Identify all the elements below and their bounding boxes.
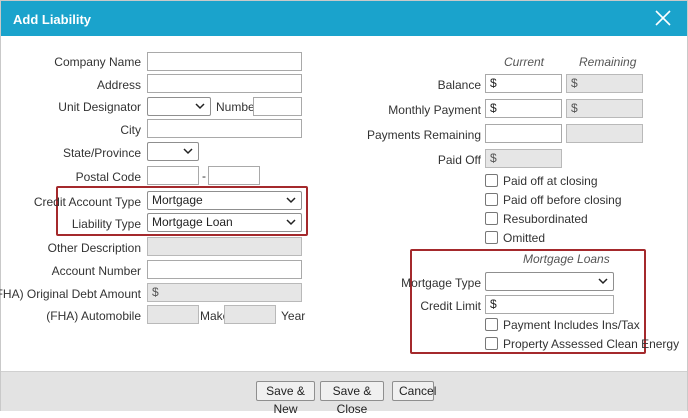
paid-off-before-closing-label: Paid off before closing	[503, 193, 622, 207]
liability-type-value: Mortgage Loan	[152, 215, 233, 229]
company-name-input[interactable]	[147, 52, 302, 71]
pace-checkbox[interactable]	[485, 337, 498, 350]
unit-designator-select[interactable]	[147, 97, 211, 116]
liability-type-label: Liability Type	[71, 217, 141, 231]
remaining-header: Remaining	[579, 55, 637, 69]
unit-designator-label: Unit Designator	[58, 100, 141, 114]
postal-code-input[interactable]	[147, 166, 199, 185]
other-description-input[interactable]	[147, 237, 302, 256]
resubordinated-label: Resubordinated	[503, 212, 588, 226]
paid-off-input[interactable]: $	[485, 149, 562, 168]
balance-remaining-input[interactable]: $	[566, 74, 643, 93]
chevron-down-icon	[286, 197, 296, 204]
fha-automobile-input[interactable]	[147, 305, 199, 324]
paid-off-before-closing-checkbox[interactable]	[485, 193, 498, 206]
fha-original-debt-label: (FHA) Original Debt Amount	[0, 287, 141, 301]
credit-account-type-select[interactable]: Mortgage	[147, 191, 302, 210]
payments-remaining-label: Payments Remaining	[366, 128, 481, 142]
credit-account-type-value: Mortgage	[152, 193, 203, 207]
postal-code-ext-input[interactable]	[208, 166, 260, 185]
payments-remaining-remaining-input[interactable]	[566, 124, 643, 143]
dialog-title-bar: Add Liability	[1, 1, 687, 36]
chevron-down-icon	[195, 103, 205, 110]
paid-off-at-closing-checkbox[interactable]	[485, 174, 498, 187]
other-description-label: Other Description	[47, 241, 141, 255]
monthly-payment-label: Monthly Payment	[388, 103, 481, 117]
fha-automobile-label: (FHA) Automobile	[46, 309, 141, 323]
company-name-label: Company Name	[54, 55, 141, 69]
credit-limit-label: Credit Limit	[420, 299, 481, 313]
pace-label: Property Assessed Clean Energy	[503, 337, 680, 351]
account-number-label: Account Number	[51, 264, 141, 278]
monthly-payment-current-input[interactable]: $	[485, 99, 562, 118]
add-liability-dialog: Add Liability Company Name Address Unit …	[0, 0, 688, 416]
mortgage-loans-header: Mortgage Loans	[523, 252, 610, 266]
year-label: Year	[281, 309, 306, 323]
balance-label: Balance	[437, 78, 481, 92]
current-header: Current	[504, 55, 545, 69]
close-icon[interactable]	[653, 8, 673, 28]
omitted-checkbox[interactable]	[485, 231, 498, 244]
number-input[interactable]	[253, 97, 302, 116]
state-province-select[interactable]	[147, 142, 199, 161]
payment-includes-label: Payment Includes Ins/Tax	[503, 318, 640, 332]
city-input[interactable]	[147, 119, 302, 138]
chevron-down-icon	[598, 278, 608, 285]
address-label: Address	[96, 78, 141, 92]
city-label: City	[120, 123, 141, 137]
resubordinated-checkbox[interactable]	[485, 212, 498, 225]
payment-includes-checkbox[interactable]	[485, 318, 498, 331]
chevron-down-icon	[183, 148, 193, 155]
chevron-down-icon	[286, 219, 296, 226]
mortgage-type-label: Mortgage Type	[401, 276, 481, 290]
paid-off-label: Paid Off	[437, 153, 481, 167]
cancel-button[interactable]: Cancel	[392, 381, 436, 401]
paid-off-at-closing-label: Paid off at closing	[503, 174, 598, 188]
balance-current-input[interactable]: $	[485, 74, 562, 93]
credit-account-type-label: Credit Account Type	[33, 195, 141, 209]
make-input[interactable]	[224, 305, 276, 324]
liability-type-select[interactable]: Mortgage Loan	[147, 213, 302, 232]
save-and-close-button[interactable]: Save & Close	[320, 381, 384, 416]
address-input[interactable]	[147, 74, 302, 93]
postal-code-label: Postal Code	[75, 170, 141, 184]
account-number-input[interactable]	[147, 260, 302, 279]
state-province-label: State/Province	[62, 146, 141, 160]
omitted-label: Omitted	[503, 231, 546, 245]
monthly-payment-remaining-input[interactable]: $	[566, 99, 643, 118]
save-and-new-button[interactable]: Save & New	[256, 381, 315, 416]
credit-limit-input[interactable]: $	[485, 295, 614, 314]
dialog-footer: Save & New Save & Close Cancel	[1, 371, 687, 416]
mortgage-type-select[interactable]	[485, 272, 614, 291]
dialog-title: Add Liability	[13, 12, 91, 27]
postal-dash: -	[202, 169, 206, 183]
fha-original-debt-input[interactable]: $	[147, 283, 302, 302]
payments-remaining-current-input[interactable]	[485, 124, 562, 143]
